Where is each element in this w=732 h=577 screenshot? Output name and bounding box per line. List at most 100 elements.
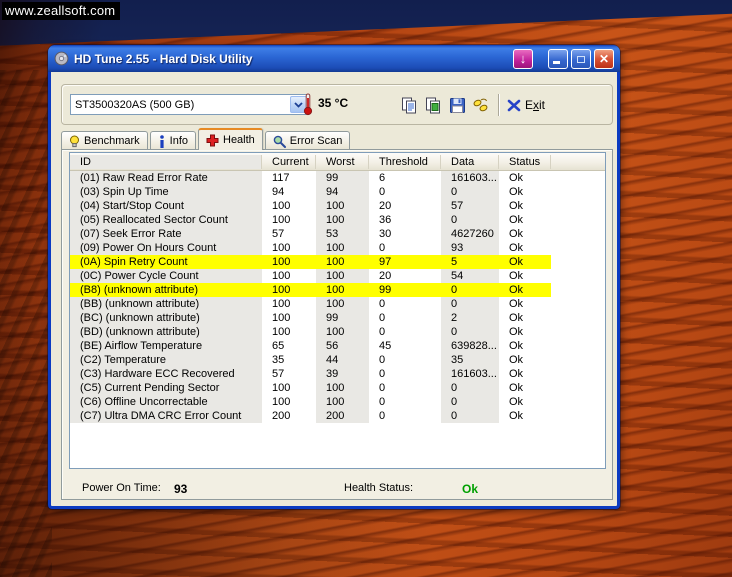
maximize-button[interactable] (571, 48, 591, 69)
cell-filler (551, 409, 605, 423)
drive-selector[interactable]: ST3500320AS (500 GB) (70, 94, 309, 115)
cell-worst: 100 (316, 199, 369, 213)
tab-health[interactable]: Health (198, 128, 263, 150)
cell-data: 57 (441, 199, 499, 213)
table-row[interactable]: (09) Power On Hours Count 100 100 0 93 O… (70, 241, 605, 255)
cell-status: Ok (509, 326, 524, 338)
cell-threshold: 99 (369, 283, 441, 297)
cell-filler (551, 171, 605, 185)
cell-threshold: 0 (379, 354, 386, 366)
cell-threshold: 0 (379, 368, 386, 380)
cell-threshold: 20 (379, 200, 392, 212)
cell-data: 0 (441, 395, 499, 409)
cell-data: 54 (441, 269, 499, 283)
cell-data: 0 (441, 297, 499, 311)
cell-id: (0C) Power Cycle Count (70, 269, 262, 283)
cell-status: Ok (509, 368, 524, 380)
cell-current: 65 (272, 340, 285, 352)
cell-status: Ok (509, 340, 524, 352)
cell-threshold: 6 (379, 172, 386, 184)
table-row[interactable]: (07) Seek Error Rate 57 53 30 4627260 Ok (70, 227, 605, 241)
table-row[interactable]: (0C) Power Cycle Count 100 100 20 54 Ok (70, 269, 605, 283)
exit-button[interactable]: Exit (507, 98, 545, 112)
column-header-id[interactable]: ID (70, 155, 262, 169)
table-row[interactable]: (03) Spin Up Time 94 94 0 0 Ok (70, 185, 605, 199)
table-row[interactable]: (0A) Spin Retry Count 100 100 97 5 Ok (70, 255, 605, 269)
cell-id: (03) Spin Up Time (70, 185, 262, 199)
table-row[interactable]: (B8) (unknown attribute) 100 100 99 0 Ok (70, 283, 605, 297)
column-header-status[interactable]: Status (499, 155, 551, 169)
cell-worst: 100 (316, 325, 369, 339)
table-row[interactable]: (C5) Current Pending Sector 100 100 0 0 … (70, 381, 605, 395)
tab-bar: Benchmark Info Health Error Scan (61, 128, 352, 150)
cell-id: (C2) Temperature (70, 353, 262, 367)
cell-worst: 100 (316, 381, 369, 395)
cell-id: (0A) Spin Retry Count (70, 255, 262, 269)
cell-filler (551, 311, 605, 325)
titlebar[interactable]: HD Tune 2.55 - Hard Disk Utility ↓ ✕ (48, 45, 620, 72)
cell-id: (07) Seek Error Rate (70, 227, 262, 241)
table-header: ID Current Worst Threshold Data Status (70, 153, 605, 171)
footprints-icon (473, 98, 488, 111)
hdtune-window: HD Tune 2.55 - Hard Disk Utility ↓ ✕ ST3… (48, 45, 620, 509)
cell-current: 100 (272, 298, 291, 310)
cell-current: 200 (272, 410, 291, 422)
close-button[interactable]: ✕ (594, 48, 614, 69)
exit-x-icon (507, 99, 521, 111)
copy-image-button[interactable] (421, 93, 445, 117)
cell-data: 0 (441, 381, 499, 395)
magnifier-icon (273, 135, 286, 148)
cell-id: (C5) Current Pending Sector (70, 381, 262, 395)
cell-current: 100 (272, 396, 291, 408)
table-row[interactable]: (C6) Offline Uncorrectable 100 100 0 0 O… (70, 395, 605, 409)
footprints-button[interactable] (469, 93, 493, 117)
column-header-threshold[interactable]: Threshold (369, 155, 441, 169)
table-row[interactable]: (C7) Ultra DMA CRC Error Count 200 200 0… (70, 409, 605, 423)
cell-data: 2 (441, 311, 499, 325)
cell-status: Ok (509, 242, 524, 254)
column-header-data[interactable]: Data (441, 155, 499, 169)
cell-id: (04) Start/Stop Count (70, 199, 262, 213)
power-on-time-value: 93 (174, 482, 188, 496)
app-icon (54, 51, 69, 66)
column-header-worst[interactable]: Worst (316, 155, 369, 169)
column-header-current[interactable]: Current (262, 155, 316, 169)
down-arrow-icon: ↓ (519, 51, 527, 66)
minimize-button[interactable] (548, 48, 568, 69)
desktop-background: www.zeallsoft.com HD Tune 2.55 - Hard Di… (0, 0, 732, 577)
cell-worst: 94 (316, 185, 369, 199)
table-row[interactable]: (BB) (unknown attribute) 100 100 0 0 Ok (70, 297, 605, 311)
cell-filler (551, 269, 605, 283)
table-row[interactable]: (BC) (unknown attribute) 100 99 0 2 Ok (70, 311, 605, 325)
save-screenshot-button[interactable] (445, 93, 469, 117)
tab-error-scan[interactable]: Error Scan (264, 131, 351, 150)
health-cross-icon (206, 134, 219, 147)
cell-current: 100 (272, 270, 291, 282)
table-row[interactable]: (C3) Hardware ECC Recovered 57 39 0 1616… (70, 367, 605, 381)
table-row[interactable]: (04) Start/Stop Count 100 100 20 57 Ok (70, 199, 605, 213)
table-row[interactable]: (C2) Temperature 35 44 0 35 Ok (70, 353, 605, 367)
table-row[interactable]: (05) Reallocated Sector Count 100 100 36… (70, 213, 605, 227)
cell-data: 0 (441, 409, 499, 423)
table-row[interactable]: (BE) Airflow Temperature 65 56 45 639828… (70, 339, 605, 353)
cell-current: 100 (272, 312, 291, 324)
cell-threshold: 0 (379, 396, 386, 408)
cell-current: 100 (262, 283, 316, 297)
cell-threshold: 36 (379, 214, 392, 226)
table-row[interactable]: (01) Raw Read Error Rate 117 99 6 161603… (70, 171, 605, 185)
download-arrow-button[interactable]: ↓ (513, 48, 533, 69)
cell-filler (551, 367, 605, 381)
cell-status: Ok (509, 354, 524, 366)
cell-id: (BD) (unknown attribute) (70, 325, 262, 339)
copy-text-button[interactable] (397, 93, 421, 117)
cell-current: 100 (272, 200, 291, 212)
cell-data: 5 (441, 255, 499, 269)
tab-info[interactable]: Info (149, 131, 196, 150)
tab-benchmark[interactable]: Benchmark (61, 131, 148, 150)
table-row[interactable]: (BD) (unknown attribute) 100 100 0 0 Ok (70, 325, 605, 339)
tab-error-scan-label: Error Scan (289, 135, 343, 147)
toolbar-panel: ST3500320AS (500 GB) 35 °C Exit (61, 84, 613, 125)
cell-id: (C3) Hardware ECC Recovered (70, 367, 262, 381)
cell-worst: 100 (316, 269, 369, 283)
cell-filler (551, 381, 605, 395)
